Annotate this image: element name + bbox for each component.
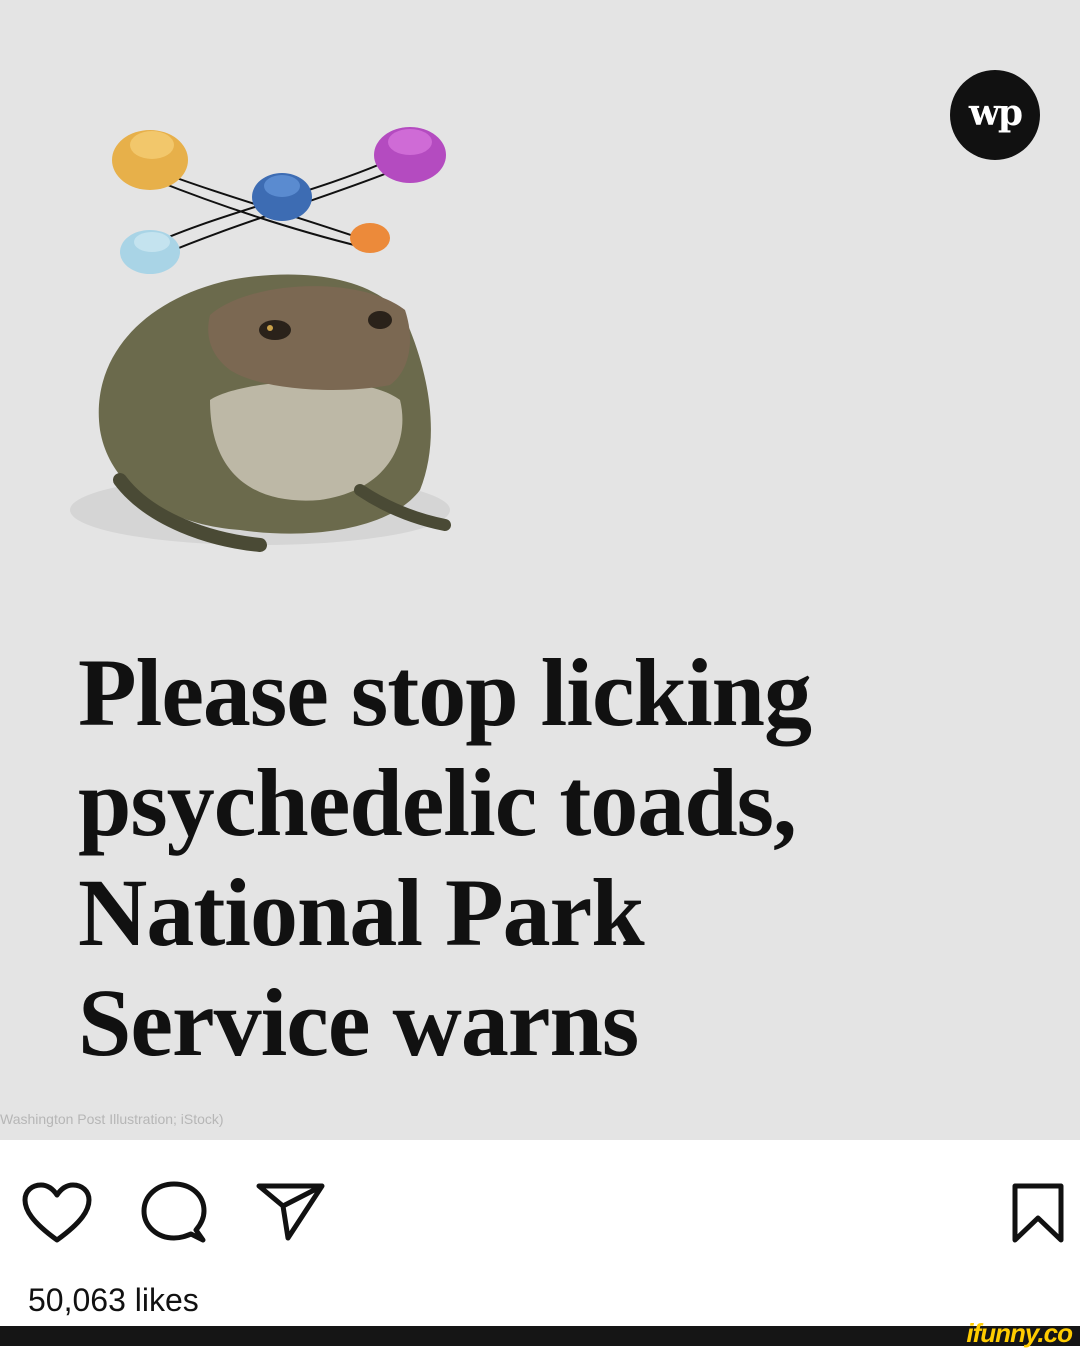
logo-text: wp <box>968 92 1023 134</box>
paper-plane-icon[interactable] <box>256 1182 326 1242</box>
headline-line: Please stop licking <box>78 639 812 746</box>
small-toad-orange <box>350 223 390 253</box>
comment-icon[interactable] <box>140 1180 208 1246</box>
headline-line: National Park <box>78 859 645 966</box>
heart-icon[interactable] <box>22 1182 92 1244</box>
washington-post-logo: wp <box>950 70 1040 160</box>
small-toad-blue <box>252 173 312 221</box>
headline-line: Service warns <box>78 969 639 1076</box>
likes-count[interactable]: 50,063 likes <box>28 1282 199 1319</box>
image-credit: Washington Post Illustration; iStock) <box>0 1111 224 1127</box>
footer-bar <box>0 1326 1080 1346</box>
ifunny-watermark: ifunny.co <box>966 1318 1073 1348</box>
action-bar <box>0 1140 1080 1280</box>
headline: Please stop licking psychedelic toads, N… <box>78 638 978 1078</box>
headline-line: psychedelic toads, <box>78 749 797 856</box>
small-toad-lightblue <box>120 230 180 274</box>
small-toad-purple <box>374 127 446 183</box>
bookmark-icon[interactable] <box>1011 1182 1065 1244</box>
large-toad <box>70 274 451 552</box>
post-image[interactable]: wp Please stop licking psychedelic toads… <box>0 0 1080 1140</box>
toad-illustration <box>70 127 451 552</box>
small-toad-yellow <box>112 130 188 190</box>
